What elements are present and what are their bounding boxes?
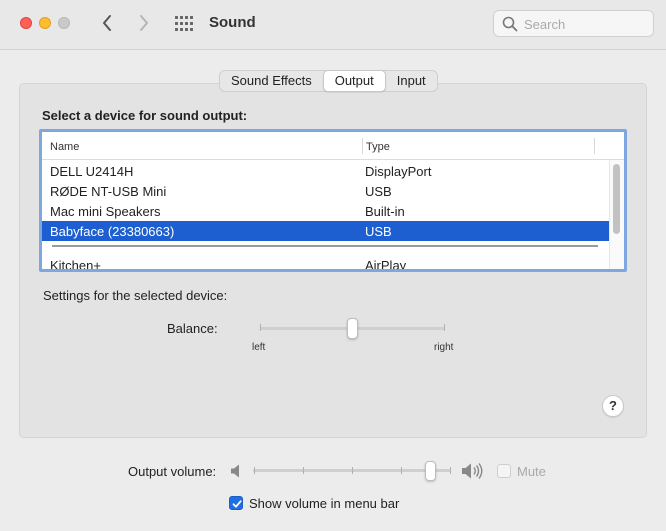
device-name: DELL U2414H	[50, 164, 134, 179]
back-button[interactable]	[97, 11, 117, 37]
device-row[interactable]: Mac mini Speakers Built-in	[42, 201, 609, 221]
search-field[interactable]	[493, 10, 654, 37]
list-header: Name Type	[42, 132, 624, 160]
volume-tick	[401, 467, 402, 474]
balance-tick	[444, 324, 445, 331]
window-title: Sound	[209, 14, 256, 31]
zoom-window-button[interactable]	[58, 17, 70, 29]
column-divider[interactable]	[594, 138, 595, 154]
device-type: Built-in	[365, 204, 405, 219]
balance-label: Balance:	[167, 321, 218, 336]
show-volume-checkbox[interactable]	[229, 496, 243, 510]
balance-right-label: right	[434, 342, 454, 353]
device-type: USB	[365, 224, 392, 239]
column-divider[interactable]	[362, 138, 363, 154]
device-row-selected[interactable]: Babyface (23380663) USB	[42, 221, 609, 241]
volume-tick	[352, 467, 353, 474]
close-window-button[interactable]	[20, 17, 32, 29]
device-type: DisplayPort	[365, 164, 432, 179]
chevron-right-icon	[140, 15, 148, 31]
settings-label: Settings for the selected device:	[43, 288, 228, 303]
tab-bar: Sound Effects Output Input	[219, 70, 438, 92]
speaker-high-icon	[462, 463, 483, 479]
list-separator	[52, 245, 598, 247]
device-name: Mac mini Speakers	[50, 204, 161, 219]
forward-button[interactable]	[134, 11, 154, 37]
chevron-left-icon	[103, 15, 111, 31]
volume-tick	[254, 467, 255, 474]
mute-checkbox[interactable]	[497, 464, 511, 478]
device-list[interactable]: Name Type DELL U2414H DisplayPort RØDE N…	[39, 129, 627, 272]
checkmark-icon	[232, 500, 242, 508]
device-section-title: Select a device for sound output:	[42, 108, 248, 123]
device-name: Kitchen+	[50, 258, 101, 272]
device-row[interactable]: Kitchen+ AirPlay	[42, 255, 609, 272]
balance-tick	[260, 324, 261, 331]
title-bar: Sound	[0, 0, 666, 50]
output-volume-label: Output volume:	[128, 464, 217, 479]
balance-slider-knob[interactable]	[346, 318, 358, 339]
balance-left-label: left	[252, 342, 266, 353]
device-type: USB	[365, 184, 392, 199]
device-row[interactable]: DELL U2414H DisplayPort	[42, 161, 609, 181]
tab-output[interactable]: Output	[322, 70, 386, 92]
volume-tick	[450, 467, 451, 474]
column-header-name[interactable]: Name	[50, 141, 79, 153]
device-row[interactable]: RØDE NT-USB Mini USB	[42, 181, 609, 201]
search-icon	[502, 16, 518, 32]
device-name: RØDE NT-USB Mini	[50, 184, 167, 199]
scrollbar-thumb[interactable]	[613, 164, 620, 234]
search-input[interactable]	[524, 15, 644, 33]
volume-tick	[303, 467, 304, 474]
show-all-grid-icon[interactable]	[175, 16, 193, 32]
mute-label: Mute	[517, 464, 546, 479]
speaker-low-icon	[231, 464, 239, 478]
column-header-type[interactable]: Type	[366, 141, 390, 153]
tab-input[interactable]: Input	[386, 71, 437, 91]
device-type: AirPlay	[365, 258, 407, 272]
volume-slider-knob[interactable]	[425, 461, 437, 481]
help-button[interactable]: ?	[602, 395, 624, 417]
device-name: Babyface (23380663)	[50, 224, 175, 239]
minimize-window-button[interactable]	[39, 17, 51, 29]
tab-sound-effects[interactable]: Sound Effects	[220, 71, 323, 91]
show-volume-label: Show volume in menu bar	[249, 496, 400, 511]
